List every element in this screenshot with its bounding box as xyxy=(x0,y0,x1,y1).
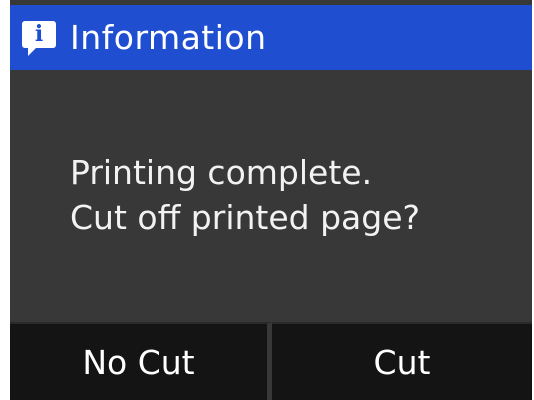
message-line-1: Printing complete. xyxy=(70,153,373,192)
info-glyph: i xyxy=(34,21,44,47)
dialog-title: Information xyxy=(70,18,267,57)
dialog-screen: i Information Printing complete. Cut off… xyxy=(10,0,532,400)
info-icon: i xyxy=(22,20,56,56)
message-line-2: Cut off printed page? xyxy=(70,198,421,237)
no-cut-button[interactable]: No Cut xyxy=(10,322,272,400)
dialog-message: Printing complete. Cut off printed page? xyxy=(70,150,520,240)
title-bar: i Information xyxy=(10,5,532,70)
button-row: No Cut Cut xyxy=(10,322,532,400)
cut-button[interactable]: Cut xyxy=(272,322,532,400)
